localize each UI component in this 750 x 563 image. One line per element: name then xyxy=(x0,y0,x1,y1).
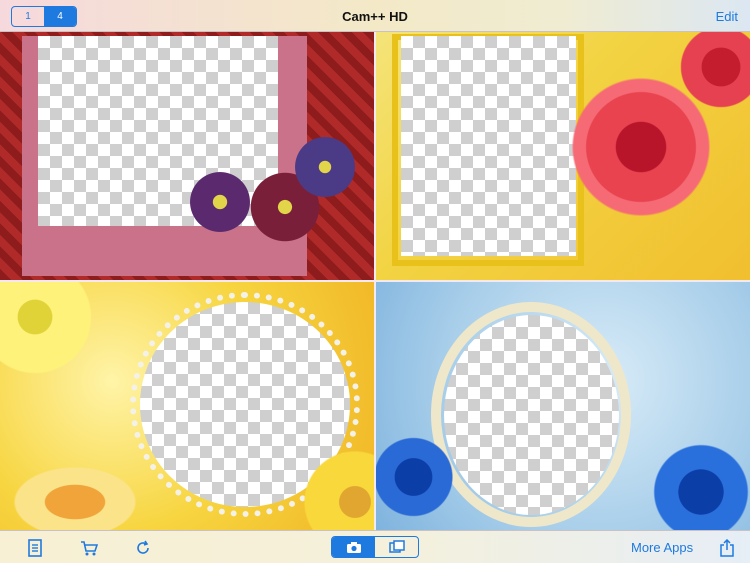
photo-placeholder xyxy=(444,315,619,515)
navigation-bar: 1 4 Cam++ HD Edit xyxy=(0,0,750,32)
blue-rose-decoration xyxy=(376,432,456,522)
frame-red-woven-flower[interactable] xyxy=(0,32,374,280)
bouquet-decoration xyxy=(5,462,145,530)
frame-grid xyxy=(0,32,750,530)
edit-button[interactable]: Edit xyxy=(716,9,738,24)
frame-yellow-rose[interactable] xyxy=(376,32,750,280)
refresh-icon[interactable] xyxy=(134,539,152,557)
frame-daisy-pearl[interactable] xyxy=(0,282,374,530)
blue-rose-decoration xyxy=(646,442,750,530)
flower-decoration xyxy=(290,132,360,202)
mode-segmented-control[interactable] xyxy=(331,536,419,558)
cart-icon[interactable] xyxy=(80,539,98,557)
bottom-toolbar: More Apps xyxy=(0,530,750,563)
gallery-icon[interactable] xyxy=(375,537,418,557)
share-icon[interactable] xyxy=(718,539,736,557)
photo-placeholder xyxy=(401,36,576,256)
more-apps-button[interactable]: More Apps xyxy=(631,540,693,555)
camera-icon[interactable] xyxy=(332,537,375,557)
daisy-decoration xyxy=(0,282,95,377)
app-title: Cam++ HD xyxy=(342,9,408,24)
document-icon[interactable] xyxy=(26,539,44,557)
frame-blue-rose-oval[interactable] xyxy=(376,282,750,530)
